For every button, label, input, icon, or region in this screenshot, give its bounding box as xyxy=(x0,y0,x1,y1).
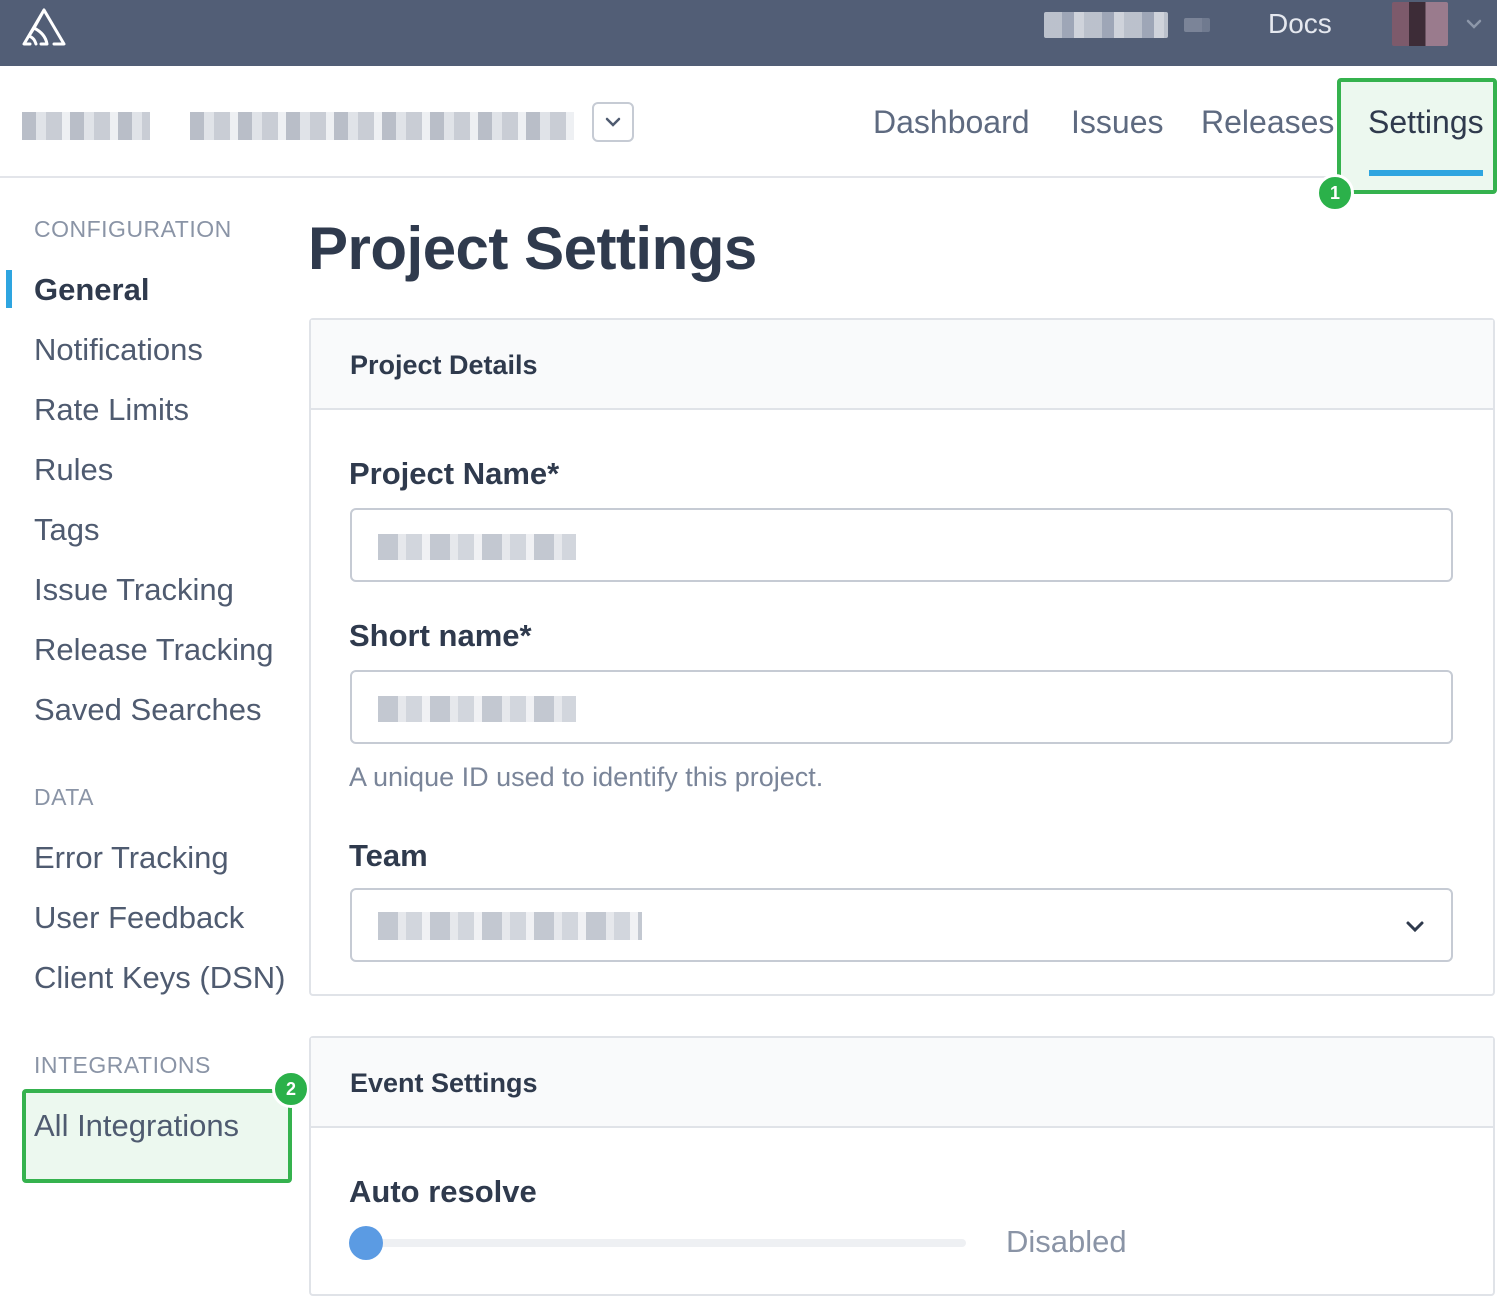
org-secondary-redacted xyxy=(1184,18,1210,32)
annotation-badge-2: 2 xyxy=(272,1070,310,1108)
short-name-field[interactable] xyxy=(350,670,1453,744)
sidebar-heading-integrations: INTEGRATIONS xyxy=(34,1052,211,1078)
sidebar-item-release-tracking[interactable]: Release Tracking xyxy=(34,632,274,668)
avatar[interactable] xyxy=(1392,2,1448,46)
auto-resolve-value: Disabled xyxy=(1006,1224,1127,1259)
page-title: Project Settings xyxy=(308,215,757,282)
sidebar-item-saved-searches[interactable]: Saved Searches xyxy=(34,692,261,728)
chevron-down-icon xyxy=(605,117,621,127)
sidebar-item-client-keys[interactable]: Client Keys (DSN) xyxy=(34,960,286,996)
event-settings-panel: Event Settings xyxy=(309,1036,1495,1296)
org-name-redacted[interactable] xyxy=(1044,12,1168,38)
project-name-field[interactable] xyxy=(350,508,1453,582)
sidebar-item-notifications[interactable]: Notifications xyxy=(34,332,203,368)
sidebar-item-issue-tracking[interactable]: Issue Tracking xyxy=(34,572,234,608)
panel-heading: Project Details xyxy=(311,320,1493,410)
auto-resolve-label: Auto resolve xyxy=(349,1174,537,1209)
sidebar-item-tags[interactable]: Tags xyxy=(34,512,99,548)
short-name-help: A unique ID used to identify this projec… xyxy=(349,762,824,792)
project-header: Dashboard Issues Releases Settings xyxy=(0,66,1497,194)
active-tab-indicator xyxy=(1369,170,1483,176)
org-breadcrumb-redacted[interactable] xyxy=(22,112,150,140)
sidebar-heading-configuration: CONFIGURATION xyxy=(34,216,232,242)
top-navbar: Docs xyxy=(0,0,1497,66)
sentry-logo-icon[interactable] xyxy=(20,6,68,48)
project-name-redacted[interactable] xyxy=(190,112,574,140)
tab-settings[interactable]: Settings xyxy=(1368,104,1484,141)
sidebar-item-rules[interactable]: Rules xyxy=(34,452,113,488)
sidebar-item-error-tracking[interactable]: Error Tracking xyxy=(34,840,229,876)
tab-issues[interactable]: Issues xyxy=(1071,104,1163,141)
short-name-label: Short name* xyxy=(349,618,532,653)
sidebar-item-all-integrations[interactable]: All Integrations xyxy=(34,1108,239,1144)
sidebar-item-general[interactable]: General xyxy=(34,272,149,308)
project-selector-button[interactable] xyxy=(592,102,634,142)
sidebar-item-user-feedback[interactable]: User Feedback xyxy=(34,900,244,936)
team-select[interactable] xyxy=(350,888,1453,962)
tab-dashboard[interactable]: Dashboard xyxy=(873,104,1030,141)
team-value-redacted xyxy=(378,912,642,940)
tab-releases[interactable]: Releases xyxy=(1201,104,1334,141)
sidebar-item-rate-limits[interactable]: Rate Limits xyxy=(34,392,189,428)
docs-link[interactable]: Docs xyxy=(1268,8,1332,40)
panel-heading: Event Settings xyxy=(311,1038,1493,1128)
project-name-label: Project Name* xyxy=(349,456,560,491)
chevron-down-icon xyxy=(1406,921,1424,933)
chevron-down-icon[interactable] xyxy=(1464,14,1484,34)
sidebar-active-indicator xyxy=(6,270,12,308)
project-name-value-redacted xyxy=(378,534,576,560)
short-name-value-redacted xyxy=(378,696,576,722)
auto-resolve-slider-handle[interactable] xyxy=(349,1226,383,1260)
annotation-badge-1: 1 xyxy=(1316,174,1354,212)
auto-resolve-slider-track[interactable] xyxy=(380,1239,966,1247)
sidebar-heading-data: DATA xyxy=(34,784,94,810)
team-label: Team xyxy=(349,838,428,873)
